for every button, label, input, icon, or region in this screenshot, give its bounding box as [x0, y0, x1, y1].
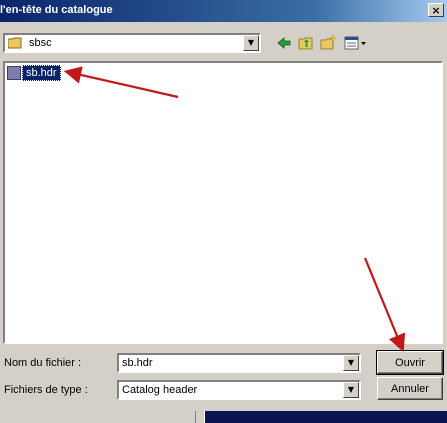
up-folder-button[interactable] — [296, 34, 316, 52]
file-list[interactable]: sb.hdr — [3, 61, 443, 344]
file-item-label: sb.hdr — [22, 65, 61, 81]
view-menu-button[interactable] — [342, 34, 368, 52]
filename-value: sb.hdr — [122, 357, 153, 369]
cancel-button[interactable]: Annuler — [377, 377, 443, 400]
back-icon — [277, 37, 291, 49]
filetype-label: Fichiers de type : — [4, 384, 88, 396]
file-icon — [7, 66, 21, 80]
bottom-separator — [195, 411, 205, 423]
title-bar[interactable]: l'en-tête du catalogue × — [0, 0, 447, 22]
new-folder-icon — [320, 34, 338, 50]
back-button[interactable] — [274, 34, 294, 52]
window-title: l'en-tête du catalogue — [0, 4, 113, 16]
filename-label: Nom du fichier : — [4, 357, 82, 369]
file-item-sb-hdr[interactable]: sb.hdr — [7, 65, 61, 81]
filetype-select[interactable]: Catalog header ▼ — [117, 380, 361, 400]
folder-icon — [8, 37, 22, 49]
close-button[interactable]: × — [428, 3, 444, 17]
new-folder-button[interactable] — [318, 34, 338, 52]
filetype-value: Catalog header — [122, 384, 198, 396]
look-in-dropdown[interactable]: sbsc ▼ — [3, 33, 261, 53]
look-in-value: sbsc — [29, 37, 52, 49]
filename-dropdown-arrow[interactable]: ▼ — [343, 355, 359, 371]
open-button[interactable]: Ouvrir — [376, 350, 444, 375]
view-menu-icon — [344, 36, 366, 50]
filetype-dropdown-arrow[interactable]: ▼ — [343, 382, 359, 398]
background-strip — [205, 411, 447, 423]
open-file-dialog: l'en-tête du catalogue × sbsc ▼ sb.hdr N… — [0, 0, 447, 423]
up-folder-icon — [298, 37, 313, 50]
look-in-dropdown-arrow[interactable]: ▼ — [243, 35, 259, 51]
filename-field[interactable]: sb.hdr ▼ — [117, 353, 361, 373]
